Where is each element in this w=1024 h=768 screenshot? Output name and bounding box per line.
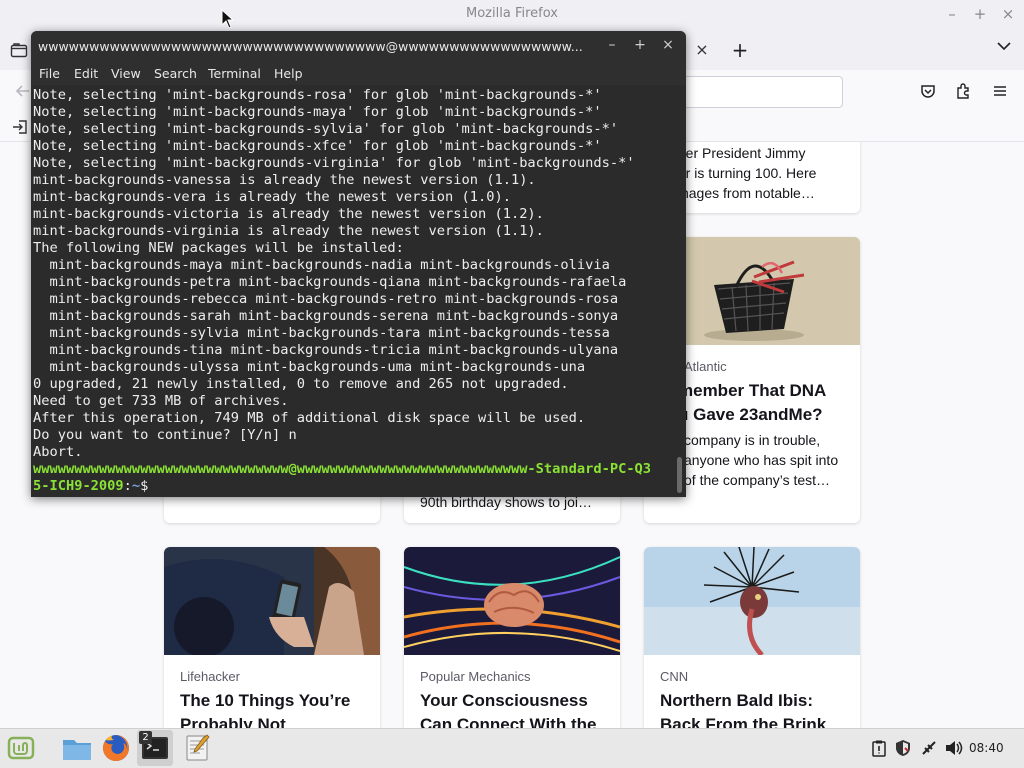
terminal-line: Note, selecting 'mint-backgrounds-rosa' …: [33, 87, 602, 103]
url-bar[interactable]: [680, 76, 843, 108]
terminal-line: Note, selecting 'mint-backgrounds-sylvia…: [33, 121, 619, 137]
terminal-line: mint-backgrounds-vanessa is already the …: [33, 172, 536, 188]
terminal-window-count-badge: 2: [139, 731, 152, 744]
all-tabs-button[interactable]: [994, 40, 1014, 60]
firefox-icon[interactable]: [98, 730, 134, 766]
terminal-line: mint-backgrounds-sarah mint-backgrounds-…: [33, 308, 619, 324]
firefox-titlebar: Mozilla Firefox – + ×: [0, 0, 1024, 30]
card-title-line: u Gave 23andMe?: [678, 405, 823, 424]
terminal-close-button[interactable]: ×: [660, 37, 676, 55]
card-excerpt-line: images from notable…: [674, 185, 815, 201]
card-title-line: Northern Bald Ibis:: [660, 691, 814, 710]
shield-icon[interactable]: [894, 739, 912, 757]
prompt-line-1: wwwwwwwwwwwwwwwwwwwwwwwwwwwwwww@wwwwwwww…: [33, 461, 673, 478]
story-card[interactable]: CNN Northern Bald Ibis: Back From the Br…: [644, 547, 860, 728]
network-icon[interactable]: [920, 739, 938, 757]
prompt-line-2: 5-ICH9-2009:~$: [33, 478, 673, 495]
terminal-line: The following NEW packages will be insta…: [33, 240, 404, 256]
menu-file[interactable]: File: [39, 66, 60, 81]
menu-search[interactable]: Search: [154, 66, 197, 81]
card-title-line: member That DNA: [678, 381, 827, 400]
card-source: Lifehacker: [180, 669, 240, 684]
terminal-minimize-button[interactable]: –: [604, 37, 620, 55]
card-source: CNN: [660, 669, 689, 684]
tab-folder-icon[interactable]: [10, 42, 28, 58]
card-excerpt-line: of the company’s test…: [684, 472, 831, 488]
card-excerpt-line: ter is turning 100. Here: [674, 165, 817, 181]
terminal-maximize-button[interactable]: +: [632, 37, 648, 55]
extensions-icon[interactable]: [955, 82, 975, 102]
terminal-line: mint-backgrounds-ulyssa mint-backgrounds…: [33, 359, 586, 375]
volume-icon[interactable]: [944, 739, 964, 757]
card-image-ibis: [644, 547, 860, 655]
menu-edit[interactable]: Edit: [74, 66, 98, 81]
terminal-line: Need to get 733 MB of archives.: [33, 393, 289, 409]
hamburger-menu-icon[interactable]: [991, 82, 1011, 102]
terminal-line: mint-backgrounds-rebecca mint-background…: [33, 291, 619, 307]
prompt-user-host-cont: 5-ICH9-2009: [33, 478, 124, 494]
terminal-line: mint-backgrounds-sylvia mint-backgrounds…: [33, 325, 610, 341]
terminal-line: mint-backgrounds-virginia is already the…: [33, 223, 544, 239]
terminal-line: mint-backgrounds-maya mint-backgrounds-n…: [33, 257, 610, 273]
card-excerpt-line: mer President Jimmy: [674, 145, 806, 161]
prompt-colon: :: [123, 478, 132, 494]
terminal-line: mint-backgrounds-victoria is already the…: [33, 206, 544, 222]
story-card[interactable]: Popular Mechanics Your Consciousness Can…: [404, 547, 620, 728]
menu-help[interactable]: Help: [274, 66, 303, 81]
card-excerpt-line: company is in trouble,: [684, 432, 821, 448]
firefox-close-button[interactable]: ×: [998, 4, 1018, 24]
terminal-line: mint-backgrounds-petra mint-backgrounds-…: [33, 274, 627, 290]
card-title-line: The 10 Things You’re: [180, 691, 351, 710]
prompt-user-host: wwwwwwwwwwwwwwwwwwwwwwwwwwwwwww@wwwwwwww…: [33, 461, 652, 477]
card-image-brain: [404, 547, 620, 655]
terminal-window[interactable]: wwwwwwwwwwwwwwwwwwwwwwwwwwwwwwwwww@wwwww…: [31, 31, 686, 497]
terminal-line: After this operation, 749 MB of addition…: [33, 410, 586, 426]
card-title-line: Can Connect With the: [420, 715, 597, 728]
clipboard-icon[interactable]: [870, 739, 888, 757]
terminal-line: Note, selecting 'mint-backgrounds-xfce' …: [33, 138, 602, 154]
card-source: Atlantic: [684, 359, 727, 374]
menu-mint-logo-icon[interactable]: [3, 730, 39, 766]
prompt-path: ~: [131, 478, 141, 494]
pocket-icon[interactable]: [919, 82, 939, 102]
terminal-title: wwwwwwwwwwwwwwwwwwwwwwwwwwwwwwwwww@wwwww…: [38, 39, 583, 54]
card-title-line: Your Consciousness: [420, 691, 588, 710]
card-title-line: Back From the Brink: [660, 715, 827, 728]
taskbar-clock[interactable]: 08:40: [969, 741, 1004, 755]
firefox-minimize-button[interactable]: –: [942, 4, 962, 24]
card-title-line: Probably Not: [180, 715, 286, 728]
terminal-titlebar[interactable]: wwwwwwwwwwwwwwwwwwwwwwwwwwwwwwwwww@wwwww…: [31, 31, 686, 61]
story-card[interactable]: Lifehacker The 10 Things You’re Probably…: [164, 547, 380, 728]
import-bookmarks-icon[interactable]: [11, 118, 29, 136]
terminal-line: Note, selecting 'mint-backgrounds-virgin…: [33, 155, 635, 171]
card-excerpt-line: anyone who has spit into: [684, 452, 839, 468]
terminal-scrollbar[interactable]: [676, 87, 682, 495]
terminal-output[interactable]: Note, selecting 'mint-backgrounds-rosa' …: [33, 87, 673, 495]
files-folder-icon[interactable]: [59, 730, 95, 766]
terminal-line: Abort.: [33, 444, 83, 460]
menu-view[interactable]: View: [111, 66, 141, 81]
prompt-symbol: $: [140, 478, 149, 494]
terminal-line: mint-backgrounds-vera is already the new…: [33, 189, 511, 205]
mouse-cursor-icon: [221, 8, 235, 29]
card-source: Popular Mechanics: [420, 669, 531, 684]
card-image-phone: [164, 547, 380, 655]
terminal-line: Do you want to continue? [Y/n] n: [33, 427, 297, 443]
firefox-maximize-button[interactable]: +: [970, 4, 990, 24]
text-editor-icon[interactable]: [179, 730, 215, 766]
terminal-line: mint-backgrounds-tina mint-backgrounds-t…: [33, 342, 619, 358]
terminal-line: 0 upgraded, 21 newly installed, 0 to rem…: [33, 376, 569, 392]
new-tab-button[interactable]: +: [730, 38, 750, 62]
tab-close-button[interactable]: ×: [694, 40, 710, 60]
terminal-line: Note, selecting 'mint-backgrounds-maya' …: [33, 104, 602, 120]
menu-terminal[interactable]: Terminal: [208, 66, 261, 81]
terminal-scrollbar-thumb[interactable]: [677, 457, 682, 493]
firefox-window-title: Mozilla Firefox: [466, 6, 558, 21]
